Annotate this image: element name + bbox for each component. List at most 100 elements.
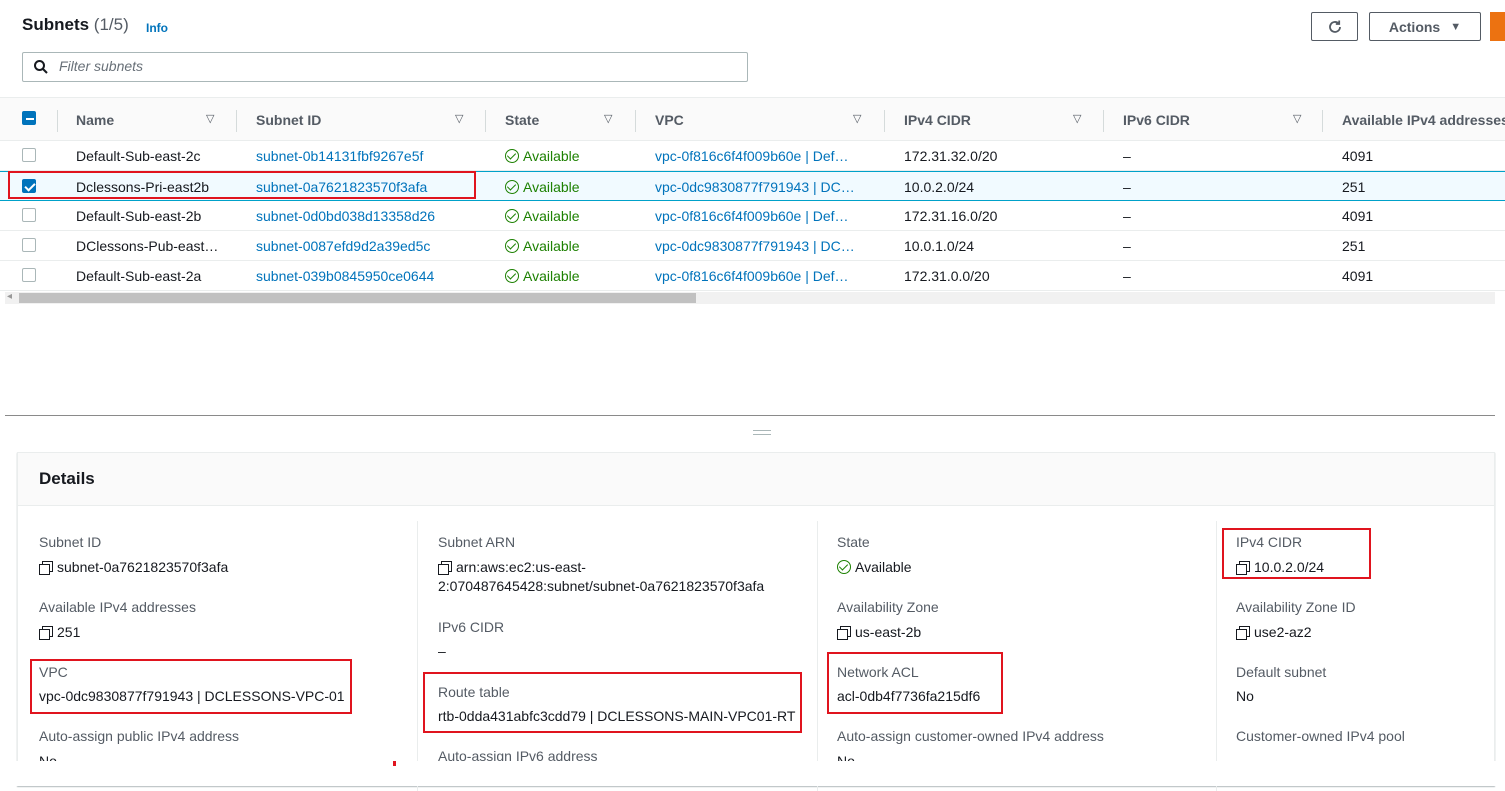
cell-name: Default-Sub-east-2c [76, 148, 201, 164]
caret-down-icon: ▼ [1450, 20, 1462, 33]
highlight-box-ipv4-cidr [1222, 528, 1371, 579]
split-panel-divider [5, 415, 1495, 416]
subnet-id-link[interactable]: subnet-0b14131fbf9267e5f [256, 148, 423, 164]
refresh-button[interactable] [1311, 12, 1358, 41]
table-row[interactable]: Default-Sub-east-2b subnet-0d0bd038d1335… [0, 201, 1505, 231]
cell-available-ipv4: 4091 [1342, 148, 1374, 164]
vpc-link[interactable]: vpc-0f816c6f4f009b60e | Def… [655, 268, 849, 284]
cell-ipv4-cidr: 172.31.16.0/20 [904, 208, 998, 224]
subnet-id-link[interactable]: subnet-039b0845950ce0644 [256, 268, 434, 284]
copy-icon[interactable] [438, 561, 452, 575]
sort-icon: ▽ [1073, 113, 1082, 125]
sort-icon: ▽ [455, 113, 464, 125]
cell-name: DClessons-Pub-east… [76, 238, 219, 254]
scrollbar-thumb[interactable] [19, 293, 696, 303]
selection-count: (1/5) [93, 15, 129, 34]
default-subnet-label: Default subnet [1236, 664, 1327, 680]
create-subnet-button[interactable] [1490, 12, 1505, 41]
table-header: Name ▽ Subnet ID ▽ State ▽ VPC ▽ IPv4 CIDR ▽ … [0, 97, 1505, 141]
subnet-arn-value-cont: 2:070487645428:subnet/subnet-0a762182357… [438, 578, 765, 594]
cell-name: Default-Sub-east-2a [76, 268, 202, 284]
row-checkbox[interactable] [22, 268, 36, 282]
scroll-left-icon[interactable]: ◂ [7, 291, 12, 302]
ipv6-cidr-label: IPv6 CIDR [438, 619, 505, 635]
sort-icon: ▽ [1293, 113, 1302, 125]
annotation-mark [393, 761, 396, 766]
actions-label: Actions [1388, 18, 1441, 35]
column-divider [485, 110, 486, 132]
highlight-box-network-acl [827, 652, 1003, 714]
vpc-link[interactable]: vpc-0f816c6f4f009b60e | Def… [655, 208, 849, 224]
column-header-vpc[interactable]: VPC ▽ [655, 112, 861, 128]
table-row[interactable]: Default-Sub-east-2c subnet-0b14131fbf926… [0, 141, 1505, 171]
customer-owned-ipv4-pool-label: Customer-owned IPv4 pool [1236, 728, 1405, 744]
column-header-ipv6-cidr[interactable]: IPv6 CIDR ▽ [1123, 112, 1301, 128]
subnet-id-link[interactable]: subnet-0087efd9d2a39ed5c [256, 238, 430, 254]
availability-zone-id-label: Availability Zone ID [1236, 599, 1356, 615]
column-header-ipv4-cidr[interactable]: IPv4 CIDR ▽ [904, 112, 1081, 128]
subnet-id-label: Subnet ID [39, 534, 102, 550]
table-row[interactable]: Default-Sub-east-2a subnet-039b0845950ce… [0, 261, 1505, 291]
column-divider [1216, 521, 1217, 791]
availability-zone-id-value: use2-az2 [1236, 624, 1312, 640]
column-divider [1322, 110, 1323, 132]
refresh-icon [1328, 20, 1341, 33]
row-checkbox[interactable] [22, 148, 36, 162]
vpc-link[interactable]: vpc-0dc9830877f791943 | DC… [655, 179, 855, 195]
horizontal-scrollbar[interactable]: ◂ [5, 291, 1495, 304]
subnet-arn-value: arn:aws:ec2:us-east- [438, 559, 586, 575]
column-divider [635, 110, 636, 132]
column-header-name[interactable]: Name ▽ [76, 112, 214, 128]
cell-available-ipv4: 251 [1342, 238, 1366, 254]
copy-icon[interactable] [837, 626, 851, 640]
cell-ipv6-cidr: – [1123, 238, 1131, 254]
filter-input[interactable] [57, 57, 657, 75]
availability-zone-label: Availability Zone [837, 599, 939, 615]
state-value: Available [837, 559, 912, 575]
copy-icon[interactable] [39, 626, 53, 640]
details-title: Details [39, 469, 95, 488]
highlight-box-route-table [423, 672, 802, 733]
available-ipv4-value: 251 [39, 624, 80, 640]
subnet-arn-label: Subnet ARN [438, 534, 516, 550]
select-all-checkbox[interactable] [22, 111, 36, 125]
cell-available-ipv4: 4091 [1342, 268, 1374, 284]
cell-ipv4-cidr: 172.31.32.0/20 [904, 148, 998, 164]
filter-search [22, 52, 748, 82]
table-row[interactable]: DClessons-Pub-east… subnet-0087efd9d2a39… [0, 231, 1505, 261]
default-subnet-value: No [1236, 688, 1254, 704]
page-title: Subnets (1/5) [22, 15, 129, 35]
vpc-link[interactable]: vpc-0f816c6f4f009b60e | Def… [655, 148, 849, 164]
column-header-state[interactable]: State ▽ [505, 112, 612, 128]
vpc-link[interactable]: vpc-0dc9830877f791943 | DC… [655, 238, 855, 254]
details-panel: Details Subnet ID subnet-0a7621823570f3a… [17, 452, 1495, 791]
column-header-subnet-id[interactable]: Subnet ID ▽ [256, 112, 463, 128]
check-circle-icon [505, 269, 519, 283]
auto-assign-customer-ipv4-label: Auto-assign customer-owned IPv4 address [837, 728, 1104, 744]
state-status: Available [505, 268, 580, 284]
column-divider [57, 110, 58, 132]
resize-handle-icon[interactable] [753, 430, 771, 435]
column-divider [884, 110, 885, 132]
column-header-available-ipv4[interactable]: Available IPv4 addresses [1342, 112, 1505, 128]
actions-button[interactable]: Actions ▼ [1369, 12, 1481, 41]
row-checkbox[interactable] [22, 208, 36, 222]
cell-ipv4-cidr: 172.31.0.0/20 [904, 268, 990, 284]
state-status: Available [505, 238, 580, 254]
cell-name: Default-Sub-east-2b [76, 208, 202, 224]
cell-ipv6-cidr: – [1123, 208, 1131, 224]
info-link[interactable]: Info [146, 21, 168, 35]
cell-ipv4-cidr: 10.0.1.0/24 [904, 238, 975, 254]
check-circle-icon [505, 180, 519, 194]
state-status: Available [505, 148, 580, 164]
sort-icon: ▽ [604, 113, 613, 125]
copy-icon[interactable] [1236, 626, 1250, 640]
column-divider [817, 521, 818, 791]
auto-assign-public-ipv4-label: Auto-assign public IPv4 address [39, 728, 239, 744]
cell-available-ipv4: 4091 [1342, 208, 1374, 224]
column-divider [236, 110, 237, 132]
subnet-id-link[interactable]: subnet-0d0bd038d13358d26 [256, 208, 435, 224]
row-checkbox[interactable] [22, 238, 36, 252]
copy-icon[interactable] [39, 561, 53, 575]
details-header: Details [18, 453, 1494, 506]
